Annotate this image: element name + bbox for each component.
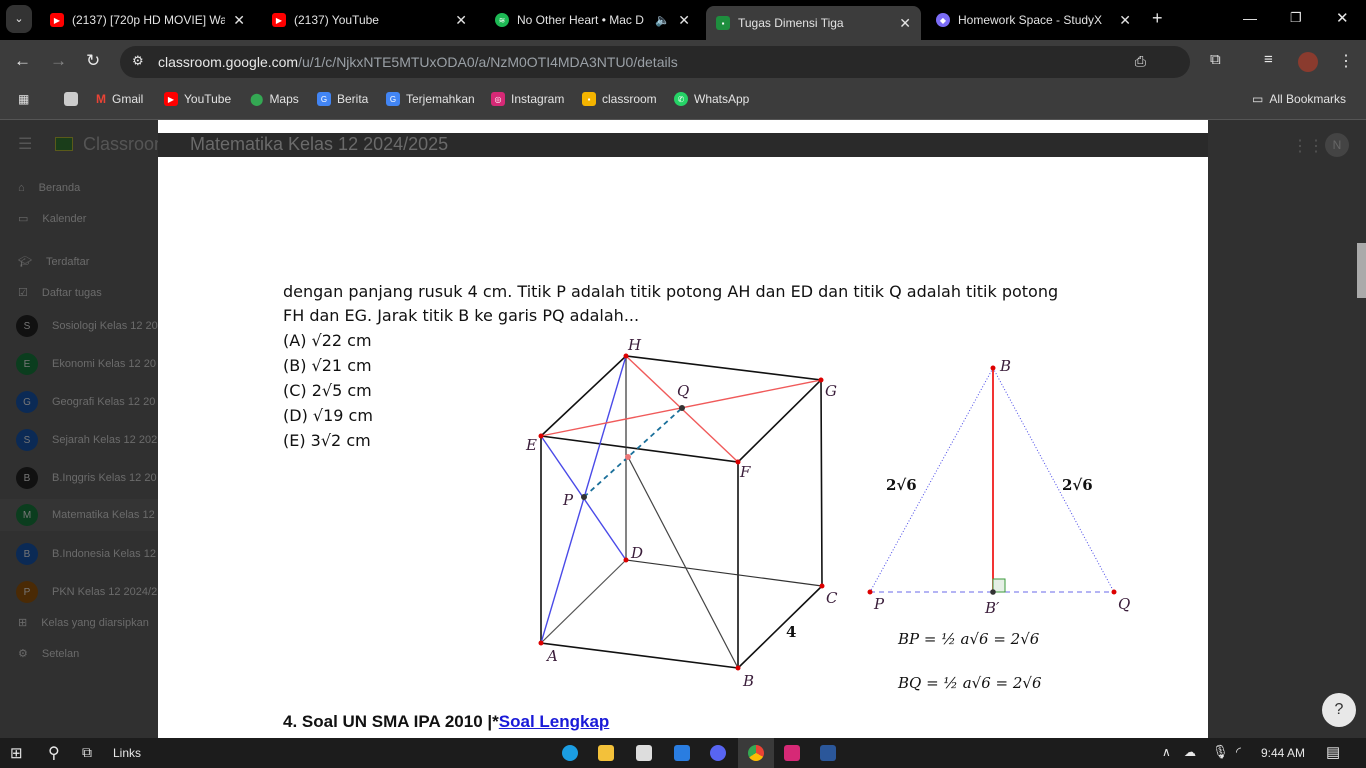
equation-bq: BQ = ½ a√6 = 2√6 (897, 674, 1042, 692)
edge-length-label: 4 (786, 623, 796, 641)
discord-icon[interactable] (710, 745, 726, 761)
label-d: D (630, 544, 643, 562)
links-toolbar[interactable]: Links (113, 746, 141, 760)
breadcrumb[interactable]: Matematika Kelas 12 2024/2025 (190, 134, 448, 155)
wifi-icon[interactable]: ◜ (1236, 744, 1241, 760)
clock[interactable]: 9:44 AM (1261, 746, 1305, 760)
tri-label-p: P (873, 595, 885, 613)
tray-chevron-icon[interactable]: ∧ (1162, 745, 1171, 759)
side-bp-label: 2√6 (886, 476, 917, 494)
word-icon[interactable] (820, 745, 836, 761)
label-g: G (825, 382, 837, 400)
geometry-figure: H G E F D C A B P Q 4 B P Q B′ 2√6 2√6 B… (525, 336, 1130, 692)
point-q (679, 405, 685, 411)
mail-icon[interactable] (674, 745, 690, 761)
taskbar: ⊞ ⚲ ⧉ Links ∧ ☁ 🎙︎ ◜ 9:44 AM ▤ (0, 738, 1366, 768)
notifications-icon[interactable]: ▤ (1326, 743, 1340, 761)
label-a: A (545, 647, 558, 665)
chrome-taskbar-active[interactable] (738, 738, 774, 768)
label-e: E (525, 436, 537, 454)
file-explorer-icon[interactable] (598, 745, 614, 761)
vertex-points (538, 353, 825, 671)
microphone-icon[interactable]: 🎙︎ (1212, 744, 1229, 760)
label-c: C (826, 589, 838, 607)
side-bq-label: 2√6 (1062, 476, 1093, 494)
store-icon[interactable] (636, 745, 652, 761)
search-icon[interactable]: ⚲ (48, 743, 60, 763)
label-h: H (627, 336, 642, 354)
onedrive-icon[interactable]: ☁ (1184, 745, 1196, 759)
tri-label-q: Q (1118, 595, 1130, 613)
label-b: B (742, 672, 754, 690)
windows-start-icon[interactable]: ⊞ (10, 744, 23, 762)
point-p (581, 494, 587, 500)
edge-icon[interactable] (562, 745, 578, 761)
next-question-heading: 4. Soal UN SMA IPA 2010 |*Soal Lengkap (283, 712, 610, 731)
label-q: Q (677, 382, 689, 400)
cube-edges (540, 355, 823, 669)
soal-lengkap-link[interactable]: Soal Lengkap (499, 712, 610, 731)
label-p: P (562, 491, 574, 509)
instagram-icon[interactable] (784, 745, 800, 761)
tri-label-b: B (999, 357, 1011, 375)
task-view-icon[interactable]: ⧉ (82, 744, 92, 761)
tri-label-b-prime: B′ (984, 599, 1000, 617)
equation-bp: BP = ½ a√6 = 2√6 (897, 630, 1040, 648)
label-f: F (739, 463, 751, 481)
